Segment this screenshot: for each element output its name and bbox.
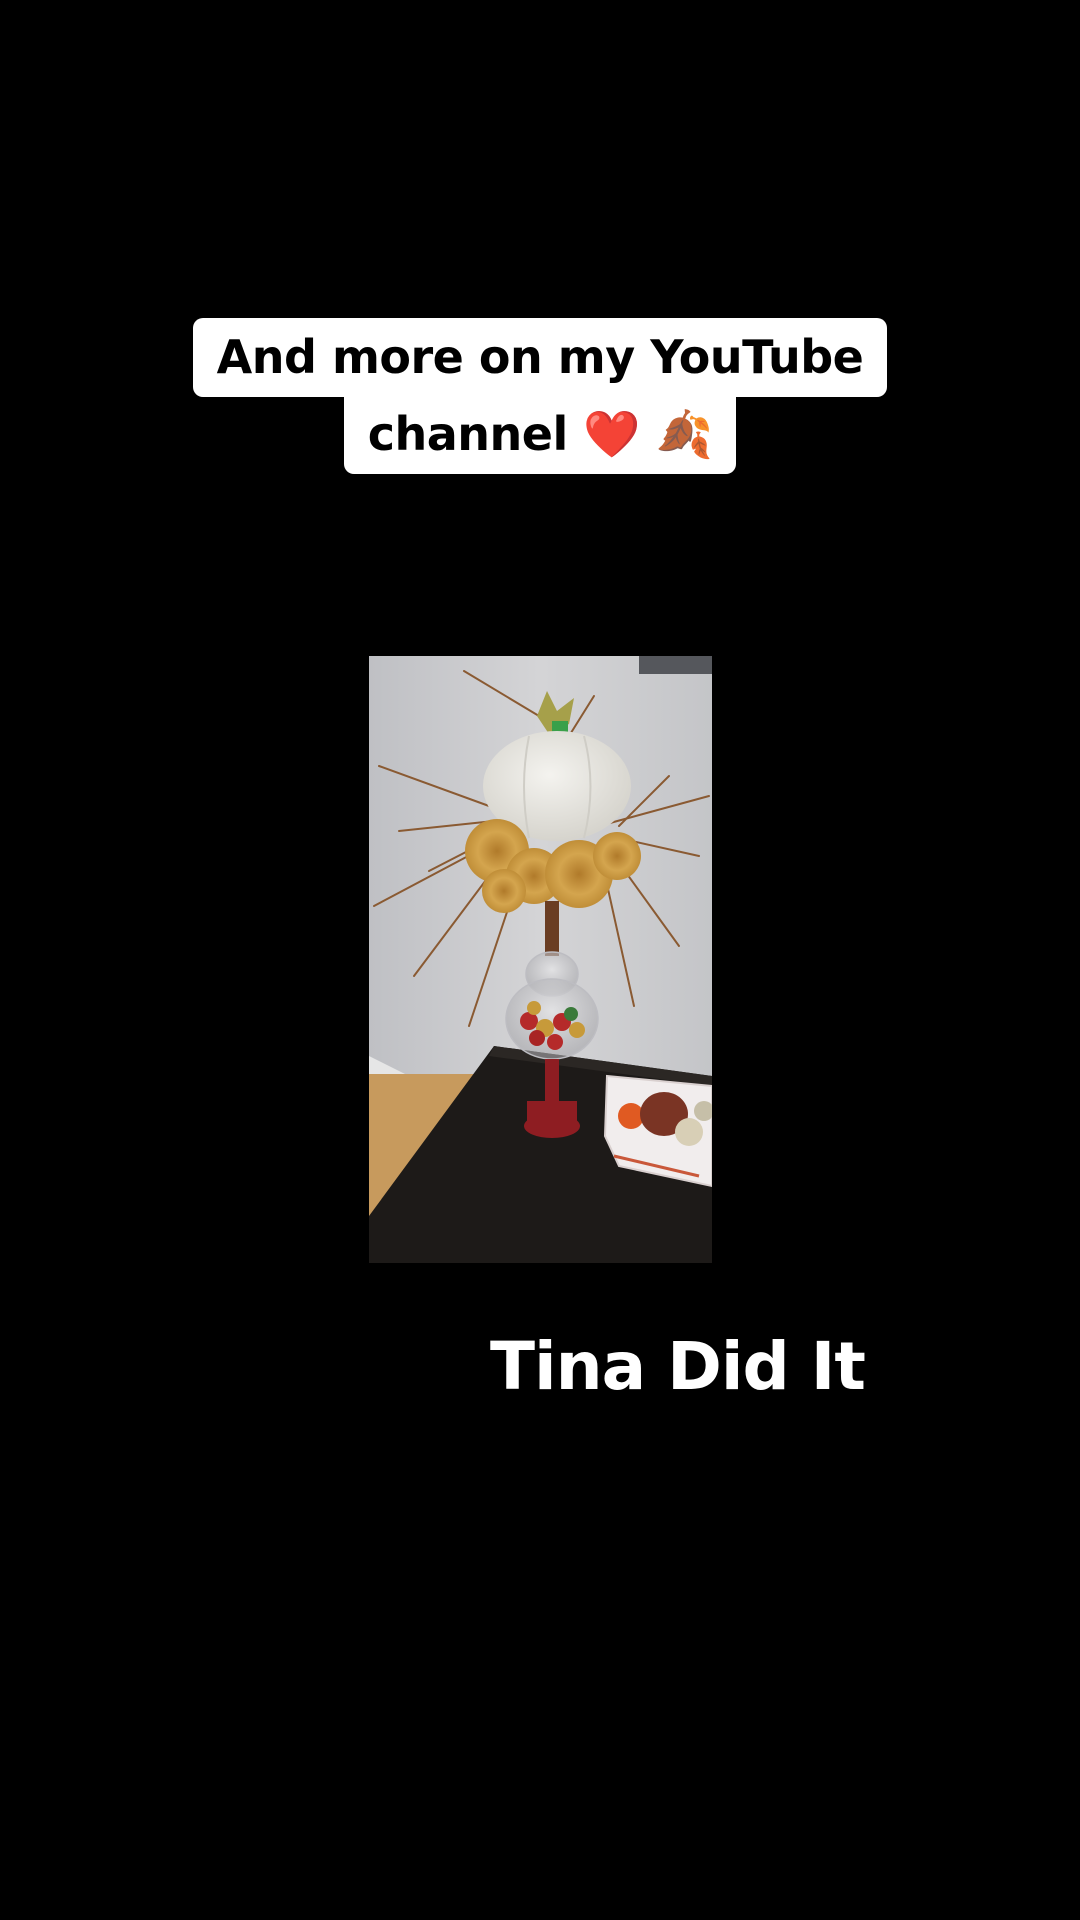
creator-watermark: Tina Did It: [490, 1328, 866, 1405]
caption-line-2: channel ❤️ 🍂: [343, 395, 737, 474]
caption-overlay: And more on my YouTube channel ❤️ 🍂: [0, 318, 1080, 474]
video-stage[interactable]: And more on my YouTube channel ❤️ 🍂 Tina…: [0, 0, 1080, 1920]
caption-line-1: And more on my YouTube: [192, 318, 888, 397]
pumpkin-topiary-image: [369, 656, 712, 1263]
embedded-video[interactable]: [369, 656, 712, 1263]
